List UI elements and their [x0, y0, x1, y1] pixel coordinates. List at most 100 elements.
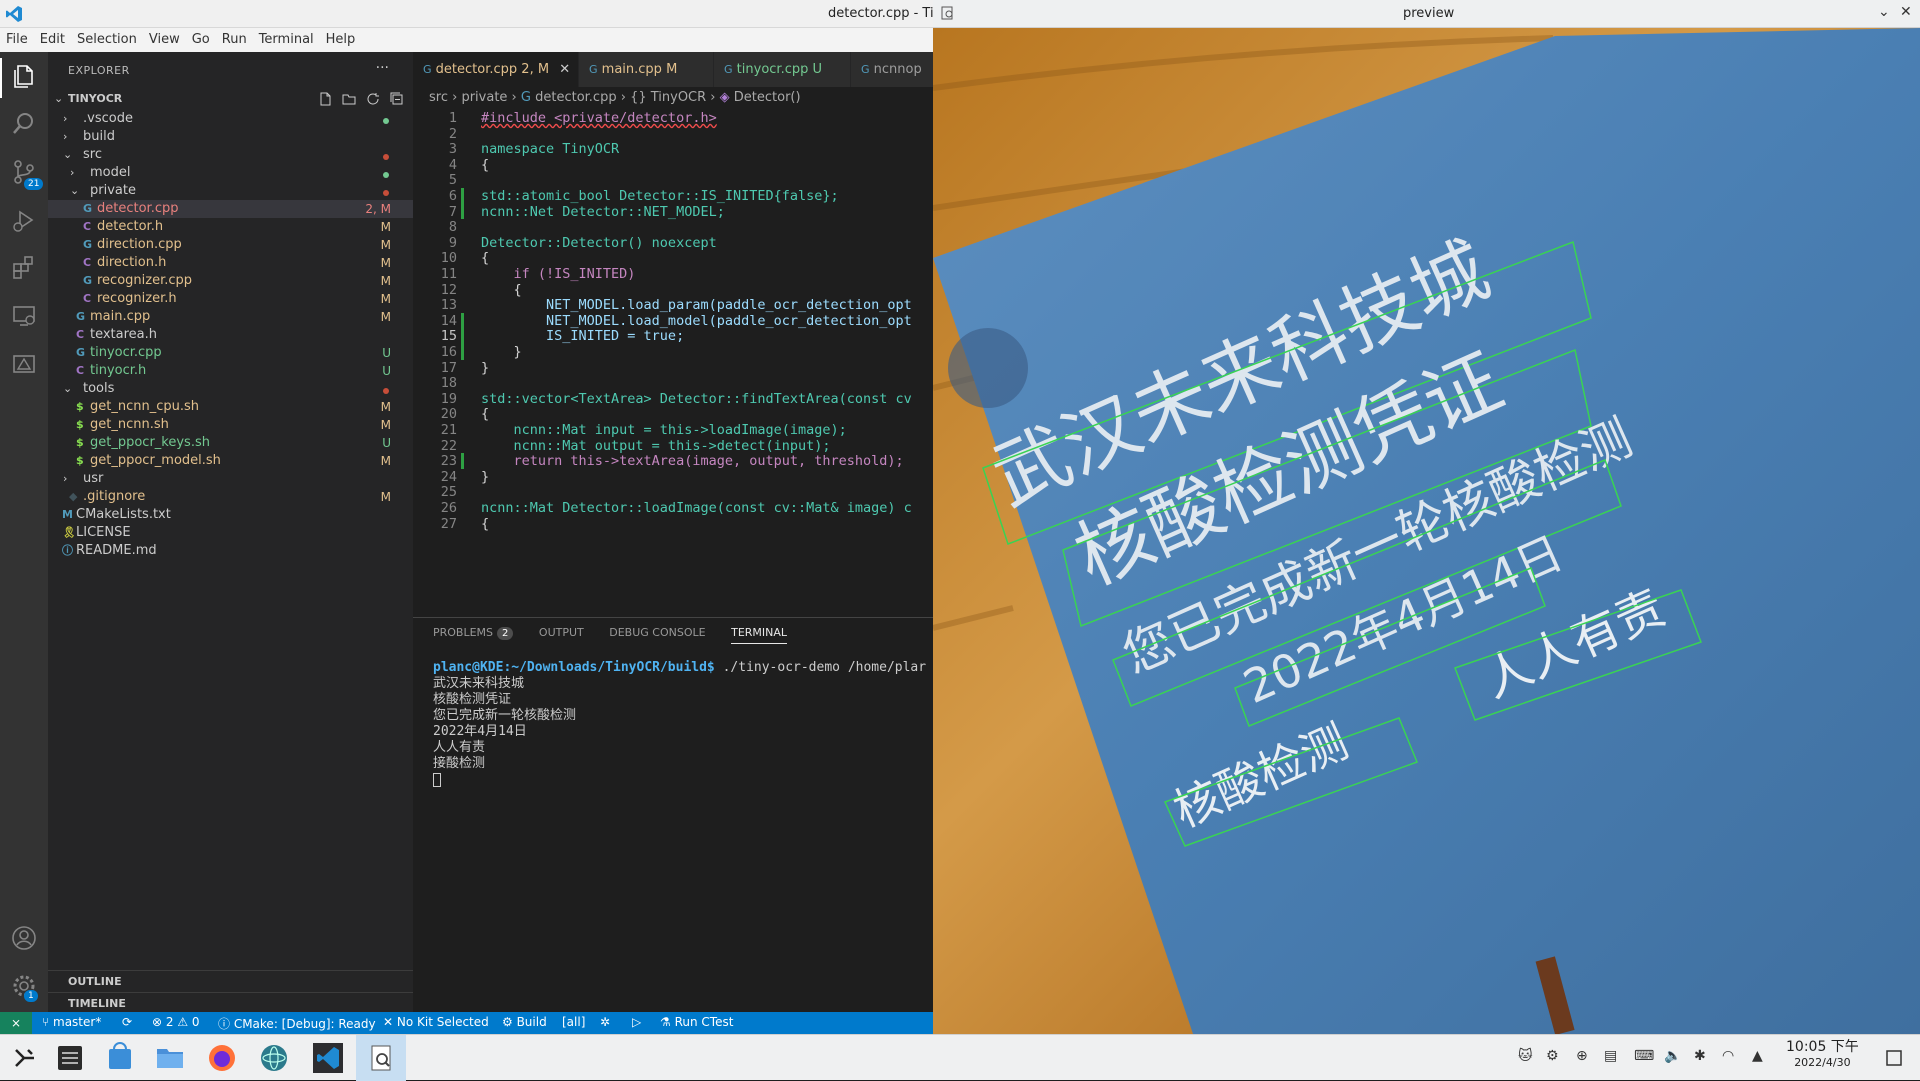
more-actions-icon[interactable]: ···	[376, 60, 389, 76]
menu-file[interactable]: File	[0, 28, 34, 47]
problems-status[interactable]: ⊗ 2 ⚠ 0	[152, 1015, 200, 1029]
workspace-root[interactable]: ⌄ TINYOCR	[48, 88, 413, 110]
preview-taskbar-button[interactable]	[356, 1035, 406, 1081]
code-line[interactable]: return this->textArea(image, output, thr…	[481, 453, 904, 469]
vscode-taskbar-icon[interactable]	[310, 1040, 346, 1076]
tree-item[interactable]: Gtinyocr.cpp U	[48, 344, 413, 362]
code-line[interactable]: ncnn::Net Detector::NET_MODEL;	[481, 204, 725, 220]
code-line[interactable]: std::vector<TextArea> Detector::findText…	[481, 391, 912, 407]
build-target[interactable]: [all]	[562, 1015, 585, 1029]
code-line[interactable]: IS_INITED = true;	[481, 328, 684, 344]
tree-item[interactable]: $ get_ppocr_keys.sh U	[48, 434, 413, 452]
code-line[interactable]: if (!IS_INITED)	[481, 266, 636, 282]
menu-terminal[interactable]: Terminal	[253, 28, 320, 47]
tab-problems[interactable]: PROBLEMS 2	[433, 626, 514, 640]
new-folder-icon[interactable]	[342, 92, 356, 106]
build-button[interactable]: ⚙ Build	[502, 1015, 547, 1029]
minimize-icon[interactable]: ⌄	[1878, 4, 1890, 20]
outline-section[interactable]: OUTLINE	[48, 970, 413, 992]
code-line[interactable]: NET_MODEL.load_model(paddle_ocr_detectio…	[481, 313, 912, 329]
wifi-tray-icon[interactable]: ◠	[1722, 1048, 1734, 1064]
system-settings-icon[interactable]	[52, 1040, 88, 1076]
code-line[interactable]: {	[481, 282, 522, 298]
tree-item[interactable]: Gdetector.cpp 2, M	[48, 200, 413, 218]
run-ctest-button[interactable]: ⚗ Run CTest	[660, 1015, 733, 1029]
extensions-icon[interactable]	[10, 254, 38, 282]
launch-play-icon[interactable]: ▷	[632, 1015, 641, 1029]
tree-item[interactable]: Ctextarea.h	[48, 326, 413, 344]
tree-item[interactable]: › usr	[48, 470, 413, 488]
search-icon[interactable]	[10, 110, 38, 138]
refresh-icon[interactable]	[366, 92, 380, 106]
code-line[interactable]: {	[481, 516, 489, 532]
tree-item[interactable]: ⌄ private	[48, 182, 413, 200]
code-line[interactable]: std::atomic_bool Detector::IS_INITED{fal…	[481, 188, 839, 204]
clock[interactable]: 10:05 下午 2022/4/30	[1786, 1039, 1859, 1071]
menu-help[interactable]: Help	[320, 28, 362, 47]
new-file-icon[interactable]	[318, 92, 332, 106]
code-line[interactable]: {	[481, 406, 489, 422]
atom-app-icon[interactable]	[256, 1040, 292, 1076]
file-manager-icon[interactable]	[152, 1040, 188, 1076]
timeline-section[interactable]: TIMELINE	[48, 992, 413, 1014]
tab-main-cpp[interactable]: G main.cpp M	[579, 52, 713, 87]
update-tray-icon[interactable]: ⊕	[1576, 1048, 1588, 1064]
code-line[interactable]: ncnn::Mat output = this->detect(input);	[481, 438, 831, 454]
breadcrumb-private[interactable]: private	[461, 90, 507, 105]
cmake-icon[interactable]	[10, 350, 38, 378]
remote-explorer-icon[interactable]	[10, 302, 38, 330]
tree-item[interactable]: Ctinyocr.h U	[48, 362, 413, 380]
breadcrumb-file[interactable]: detector.cpp	[535, 90, 616, 105]
tree-item[interactable]: Grecognizer.cpp M	[48, 272, 413, 290]
terminal-output[interactable]: planc@KDE:~/Downloads/TinyOCR/build$ ./t…	[433, 660, 926, 788]
clipboard-tray-icon[interactable]: ▤	[1604, 1048, 1617, 1064]
tree-item[interactable]: ◆ .gitignore M	[48, 488, 413, 506]
code-line[interactable]: namespace TinyOCR	[481, 141, 619, 157]
app-launcher-icon[interactable]	[6, 1040, 42, 1076]
code-line[interactable]: Detector::Detector() noexcept	[481, 235, 717, 251]
close-tab-icon[interactable]: ✕	[559, 62, 570, 77]
tab-debug-console[interactable]: DEBUG CONSOLE	[609, 626, 705, 639]
close-window-icon[interactable]: ✕	[1900, 4, 1912, 20]
menu-view[interactable]: View	[143, 28, 186, 47]
tree-item[interactable]: M CMakeLists.txt	[48, 506, 413, 524]
code-line[interactable]: }	[481, 469, 489, 485]
account-icon[interactable]	[10, 924, 38, 952]
code-line[interactable]: NET_MODEL.load_param(paddle_ocr_detectio…	[481, 297, 912, 313]
firefox-icon[interactable]	[204, 1040, 240, 1076]
tab-tinyocr-cpp[interactable]: G tinyocr.cpp U	[714, 52, 850, 87]
cmake-kit[interactable]: ✕ No Kit Selected	[383, 1015, 489, 1029]
tree-item[interactable]: › build	[48, 128, 413, 146]
tree-item[interactable]: › model	[48, 164, 413, 182]
code-line[interactable]: #include <private/detector.h>	[481, 110, 717, 126]
breadcrumb-src[interactable]: src	[429, 90, 448, 105]
tree-item[interactable]: Cdetector.h M	[48, 218, 413, 236]
tree-item[interactable]: ⓘ README.md	[48, 542, 413, 560]
code-line[interactable]: }	[481, 344, 522, 360]
menu-selection[interactable]: Selection	[71, 28, 143, 47]
tree-item[interactable]: Gdirection.cpp M	[48, 236, 413, 254]
tab-output[interactable]: OUTPUT	[539, 626, 584, 639]
discover-icon[interactable]	[102, 1040, 138, 1076]
sync-icon[interactable]: ⟳	[122, 1015, 132, 1029]
run-debug-icon[interactable]	[10, 206, 38, 234]
tree-item[interactable]: ⌄ tools	[48, 380, 413, 398]
tree-item[interactable]: $ get_ppocr_model.sh M	[48, 452, 413, 470]
cmake-status[interactable]: ⓘ CMake: [Debug]: Ready	[218, 1015, 376, 1032]
breadcrumb-symbol[interactable]: Detector()	[734, 90, 801, 105]
show-desktop-icon[interactable]	[1886, 1050, 1902, 1066]
tab-terminal[interactable]: TERMINAL	[731, 626, 788, 644]
sync-tray-icon[interactable]: ⚙	[1546, 1048, 1559, 1064]
cat-tray-icon[interactable]: 🐱	[1518, 1048, 1533, 1064]
code-line[interactable]: {	[481, 250, 489, 266]
tree-item[interactable]: › .vscode	[48, 110, 413, 128]
debug-bug-icon[interactable]: ✲	[600, 1015, 610, 1029]
keyboard-tray-icon[interactable]: ⌨	[1634, 1048, 1654, 1064]
tree-item[interactable]: Crecognizer.h M	[48, 290, 413, 308]
tab-detector-cpp[interactable]: G detector.cpp 2, M ✕	[413, 52, 578, 87]
bluetooth-tray-icon[interactable]: ✱	[1694, 1048, 1706, 1064]
tree-item[interactable]: $ get_ncnn_cpu.sh M	[48, 398, 413, 416]
menu-edit[interactable]: Edit	[34, 28, 71, 47]
tree-item[interactable]: $ get_ncnn.sh M	[48, 416, 413, 434]
menu-go[interactable]: Go	[186, 28, 216, 47]
